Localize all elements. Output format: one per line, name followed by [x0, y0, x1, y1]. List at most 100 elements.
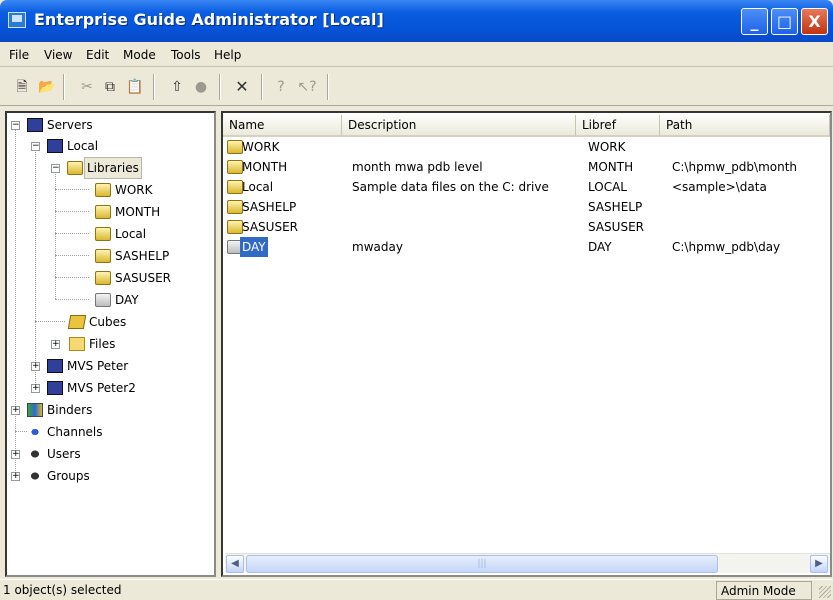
cell-name: Local: [242, 180, 274, 194]
tree-item-label: DAY: [115, 293, 139, 307]
app-icon: [8, 12, 26, 28]
copy-icon[interactable]: ⧉: [100, 77, 120, 97]
collapse-icon[interactable]: −: [51, 164, 60, 173]
folder-icon: [69, 337, 85, 351]
column-header-description[interactable]: Description: [342, 115, 576, 137]
cell-libref: SASHELP: [588, 200, 643, 214]
tree-line: [15, 431, 27, 432]
library-icon: [95, 249, 111, 263]
scroll-left-button[interactable]: ◀: [226, 555, 244, 573]
up-folder-icon[interactable]: ⇧: [167, 77, 187, 97]
library-icon: [227, 140, 243, 154]
expand-icon[interactable]: +: [11, 450, 20, 459]
column-header-libref[interactable]: Libref: [576, 115, 660, 137]
horizontal-scrollbar[interactable]: ◀ ||| ▶: [225, 553, 830, 573]
toolbar-separator: [63, 74, 65, 100]
expand-icon[interactable]: +: [11, 472, 20, 481]
toolbar-separator: [219, 74, 221, 100]
tree-item-label: Libraries: [84, 157, 142, 179]
tree-item-label: Local: [115, 227, 147, 241]
tree-item-label: WORK: [115, 183, 153, 197]
tree-item-label: Files: [89, 337, 116, 351]
list-row[interactable]: WORK WORK: [223, 137, 830, 157]
tree-item-label: SASHELP: [115, 249, 170, 263]
tree-item-label: Binders: [47, 403, 93, 417]
expand-icon[interactable]: +: [11, 406, 20, 415]
tree-item-label: Servers: [47, 118, 93, 132]
tree-item-label: Local: [67, 139, 99, 153]
scroll-right-button[interactable]: ▶: [810, 555, 828, 573]
menu-file[interactable]: File: [9, 48, 29, 62]
tree-line: [55, 189, 89, 190]
cell-libref: WORK: [588, 140, 626, 154]
expand-icon[interactable]: +: [31, 384, 40, 393]
record-icon[interactable]: ●: [191, 77, 211, 97]
cell-path: <sample>\data: [672, 180, 767, 194]
list-row[interactable]: MONTH month mwa pdb level MONTH C:\hpmw_…: [223, 157, 830, 177]
paste-icon[interactable]: 📋: [125, 77, 145, 97]
menu-tools[interactable]: Tools: [171, 48, 201, 62]
cube-icon: [67, 315, 87, 329]
menu-mode[interactable]: Mode: [123, 48, 156, 62]
tree-item-label: Channels: [47, 425, 103, 439]
cell-path: C:\hpmw_pdb\month: [672, 160, 798, 174]
context-help-icon[interactable]: ↖?: [297, 77, 317, 97]
cell-name: DAY: [240, 237, 268, 257]
list-row-selected[interactable]: DAY mwaday DAY C:\hpmw_pdb\day: [223, 237, 830, 257]
cut-icon[interactable]: ✂: [77, 77, 97, 97]
scrollbar-thumb[interactable]: |||: [246, 555, 718, 573]
cell-description: month mwa pdb level: [352, 160, 483, 174]
minimize-button[interactable]: _: [741, 8, 768, 35]
column-header-path[interactable]: Path: [660, 115, 830, 137]
library-icon: [227, 180, 243, 194]
tree-line: [55, 277, 89, 278]
library-icon: [227, 200, 243, 214]
list-row[interactable]: Local Sample data files on the C: drive …: [223, 177, 830, 197]
tree-line: [55, 299, 89, 300]
help-icon[interactable]: ?: [271, 77, 291, 97]
menu-edit[interactable]: Edit: [86, 48, 109, 62]
library-icon: [227, 160, 243, 174]
library-icon: [95, 205, 111, 219]
maximize-button[interactable]: □: [771, 8, 798, 35]
collapse-icon[interactable]: −: [31, 142, 40, 151]
expand-icon[interactable]: +: [51, 340, 60, 349]
cell-libref: DAY: [588, 240, 612, 254]
cell-name: MONTH: [242, 160, 288, 174]
resize-grip-icon[interactable]: [819, 586, 831, 598]
channel-icon: [27, 425, 43, 439]
tree-item-label: Cubes: [89, 315, 127, 329]
new-icon[interactable]: 🗎: [12, 77, 32, 97]
server-icon: [47, 359, 63, 373]
library-icon: [67, 161, 83, 175]
tree-line: [55, 211, 89, 212]
window-title: Enterprise Guide Administrator [Local]: [34, 10, 384, 29]
collapse-icon[interactable]: −: [11, 121, 20, 130]
close-button[interactable]: X: [801, 8, 828, 35]
menu-view[interactable]: View: [44, 48, 72, 62]
tree-pane[interactable]: − Servers − Local − Libraries WORK MONTH…: [5, 111, 216, 577]
cell-description: mwaday: [352, 240, 403, 254]
status-bar: 1 object(s) selected Admin Mode: [0, 579, 833, 600]
library-icon: [95, 227, 111, 241]
server-icon: [47, 139, 63, 153]
cell-description: Sample data files on the C: drive: [352, 180, 549, 194]
binder-icon: [27, 403, 43, 417]
open-icon[interactable]: 📂: [37, 77, 57, 97]
cell-name: SASHELP: [242, 200, 297, 214]
list-pane[interactable]: Name Description Libref Path WORK WORK M…: [221, 111, 832, 577]
library-icon: [227, 220, 243, 234]
cell-libref: MONTH: [588, 160, 634, 174]
list-row[interactable]: SASHELP SASHELP: [223, 197, 830, 217]
list-row[interactable]: SASUSER SASUSER: [223, 217, 830, 237]
column-header-name[interactable]: Name: [223, 115, 342, 137]
menu-help[interactable]: Help: [214, 48, 241, 62]
delete-icon[interactable]: ✕: [232, 77, 252, 97]
tree-item-label: MVS Peter: [67, 359, 129, 373]
expand-icon[interactable]: +: [31, 362, 40, 371]
tree-item-label: MVS Peter2: [67, 381, 136, 395]
toolbar: 🗎 📂 ✂ ⧉ 📋 ⇧ ● ✕ ? ↖?: [0, 68, 833, 106]
cell-path: C:\hpmw_pdb\day: [672, 240, 781, 254]
title-bar[interactable]: Enterprise Guide Administrator [Local] _…: [0, 0, 833, 42]
user-icon: [27, 447, 43, 461]
